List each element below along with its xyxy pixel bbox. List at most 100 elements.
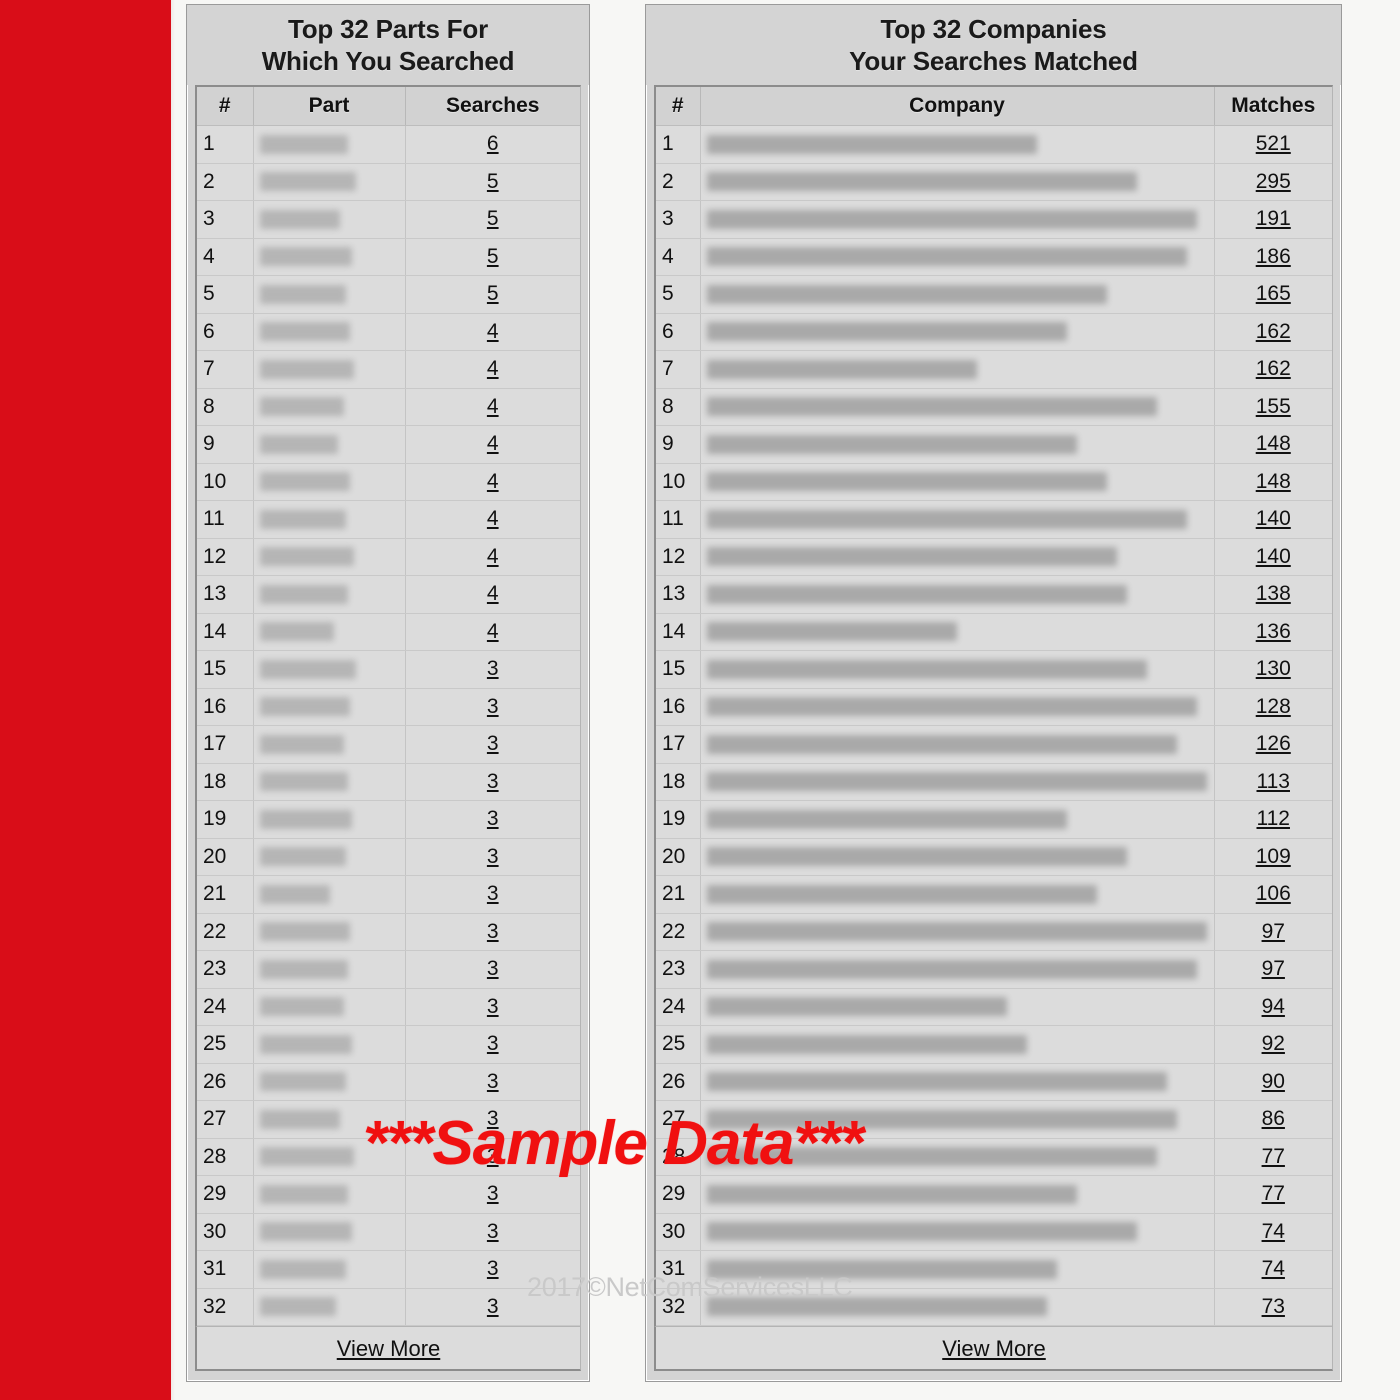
searches-link[interactable]: 4: [487, 620, 499, 643]
searches-cell: 4: [405, 350, 580, 389]
table-row: 22 3: [197, 913, 580, 951]
redaction-bar: [259, 359, 354, 379]
matches-link[interactable]: 94: [1262, 995, 1285, 1018]
searches-link[interactable]: 4: [487, 320, 499, 343]
searches-link[interactable]: 3: [487, 1220, 499, 1243]
matches-cell: 138: [1214, 575, 1332, 614]
searches-link[interactable]: 3: [487, 1295, 499, 1318]
searches-link[interactable]: 3: [487, 1032, 499, 1055]
searches-link[interactable]: 4: [487, 545, 499, 568]
matches-cell: 73: [1214, 1288, 1332, 1326]
searches-link[interactable]: 4: [487, 357, 499, 380]
table-row: 16: [197, 125, 580, 164]
redaction-bar: [259, 997, 344, 1017]
matches-link[interactable]: 140: [1256, 507, 1291, 530]
searches-link[interactable]: 3: [487, 770, 499, 793]
searches-cell: 3: [405, 763, 580, 801]
matches-link[interactable]: 162: [1256, 320, 1291, 343]
matches-link[interactable]: 128: [1256, 695, 1291, 718]
row-index: 13: [197, 575, 254, 614]
searches-link[interactable]: 3: [487, 1070, 499, 1093]
matches-link[interactable]: 191: [1256, 207, 1291, 230]
matches-link[interactable]: 113: [1257, 770, 1290, 793]
table-row: 1 521: [656, 125, 1332, 164]
table-row: 7 162: [656, 350, 1332, 389]
matches-link[interactable]: 112: [1257, 807, 1290, 830]
part-name-redacted: [253, 1250, 406, 1289]
redaction-bar: [706, 659, 1147, 679]
matches-link[interactable]: 165: [1256, 282, 1291, 305]
matches-link[interactable]: 138: [1256, 582, 1291, 605]
searches-link[interactable]: 3: [487, 695, 499, 718]
matches-link[interactable]: 77: [1262, 1145, 1285, 1168]
searches-link[interactable]: 5: [487, 245, 499, 268]
searches-link[interactable]: 3: [487, 882, 499, 905]
searches-link[interactable]: 3: [487, 807, 499, 830]
searches-link[interactable]: 5: [487, 170, 499, 193]
parts-title-line-2: Which You Searched: [261, 46, 515, 76]
searches-link[interactable]: 4: [487, 582, 499, 605]
row-index: 21: [197, 875, 254, 914]
searches-link[interactable]: 3: [487, 732, 499, 755]
matches-link[interactable]: 148: [1256, 432, 1291, 455]
matches-link[interactable]: 162: [1256, 357, 1291, 380]
matches-link[interactable]: 74: [1262, 1220, 1285, 1243]
table-row: 74: [197, 350, 580, 389]
matches-link[interactable]: 521: [1256, 132, 1291, 155]
searches-link[interactable]: 3: [487, 995, 499, 1018]
matches-cell: 113: [1214, 763, 1332, 801]
row-index: 12: [197, 538, 254, 576]
matches-link[interactable]: 86: [1262, 1107, 1285, 1130]
matches-link[interactable]: 106: [1256, 882, 1291, 905]
redaction-bar: [259, 622, 334, 642]
matches-link[interactable]: 74: [1262, 1257, 1285, 1280]
table-row: 84: [197, 388, 580, 426]
table-row: 21 106: [656, 875, 1332, 914]
searches-link[interactable]: 4: [487, 507, 499, 530]
matches-link[interactable]: 130: [1256, 657, 1291, 680]
table-row: 29 3: [197, 1175, 580, 1214]
searches-link[interactable]: 5: [487, 282, 499, 305]
table-row: 30 3: [197, 1213, 580, 1251]
redaction-bar: [259, 247, 352, 267]
searches-link[interactable]: 5: [487, 207, 499, 230]
table-row: 11 140: [656, 500, 1332, 539]
matches-link[interactable]: 126: [1256, 732, 1291, 755]
matches-cell: 109: [1214, 838, 1332, 876]
searches-link[interactable]: 6: [487, 132, 499, 155]
searches-link[interactable]: 3: [487, 657, 499, 680]
matches-link[interactable]: 77: [1262, 1182, 1285, 1205]
matches-link[interactable]: 155: [1256, 395, 1291, 418]
matches-link[interactable]: 148: [1256, 470, 1291, 493]
matches-link[interactable]: 140: [1256, 545, 1291, 568]
matches-cell: 90: [1214, 1063, 1332, 1101]
matches-link[interactable]: 97: [1262, 957, 1285, 980]
matches-link[interactable]: 295: [1256, 170, 1291, 193]
redaction-bar: [259, 547, 354, 567]
matches-link[interactable]: 90: [1262, 1070, 1285, 1093]
row-index: 6: [197, 313, 254, 351]
redaction-bar: [706, 1034, 1027, 1054]
searches-link[interactable]: 3: [487, 845, 499, 868]
row-index: 14: [197, 613, 254, 651]
searches-link[interactable]: 3: [487, 957, 499, 980]
searches-link[interactable]: 4: [487, 395, 499, 418]
searches-link[interactable]: 3: [487, 920, 499, 943]
matches-link[interactable]: 186: [1256, 245, 1291, 268]
redaction-bar: [259, 847, 346, 867]
matches-link[interactable]: 109: [1256, 845, 1291, 868]
table-row: 13 138: [656, 575, 1332, 614]
parts-view-more-link[interactable]: View More: [337, 1336, 441, 1361]
searches-link[interactable]: 4: [487, 470, 499, 493]
matches-link[interactable]: 92: [1262, 1032, 1285, 1055]
searches-link[interactable]: 3: [487, 1257, 499, 1280]
matches-link[interactable]: 136: [1256, 620, 1291, 643]
redaction-bar: [706, 247, 1187, 267]
companies-view-more-link[interactable]: View More: [942, 1336, 1046, 1361]
searches-link[interactable]: 3: [487, 1182, 499, 1205]
row-index: 32: [197, 1288, 254, 1326]
searches-link[interactable]: 4: [487, 432, 499, 455]
matches-cell: 140: [1214, 500, 1332, 539]
matches-link[interactable]: 73: [1262, 1295, 1285, 1318]
matches-link[interactable]: 97: [1262, 920, 1285, 943]
